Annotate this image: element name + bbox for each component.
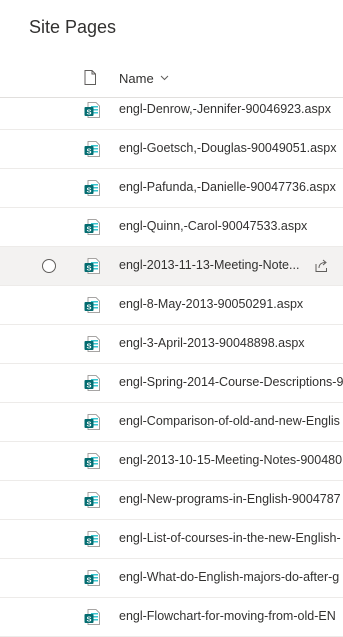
list-item[interactable]: S engl-Pafunda,-Danielle-90047736.aspx [0, 169, 343, 208]
list-item[interactable]: S engl-Goetsch,-Douglas-90049051.aspx [0, 130, 343, 169]
svg-text:S: S [86, 302, 91, 311]
list-item[interactable]: S engl-What-do-English-majors-do-after-g [0, 559, 343, 598]
sharepoint-page-icon: S [84, 297, 100, 313]
list-item[interactable]: S engl-Comparison-of-old-and-new-Englis [0, 403, 343, 442]
sharepoint-page-icon: S [84, 531, 100, 547]
document-icon [84, 70, 96, 85]
select-radio[interactable] [42, 259, 56, 273]
file-name-link[interactable]: engl-New-programs-in-English-9004787 [119, 492, 341, 506]
list-item[interactable]: S engl-New-programs-in-English-9004787 [0, 481, 343, 520]
page-title: Site Pages [29, 17, 117, 37]
share-icon[interactable] [314, 258, 329, 273]
file-name-link[interactable]: engl-8-May-2013-90050291.aspx [119, 297, 303, 311]
list-item[interactable]: S engl-Spring-2014-Course-Descriptions-9 [0, 364, 343, 403]
svg-text:S: S [86, 341, 91, 350]
list-item[interactable]: S engl-3-April-2013-90048898.aspx [0, 325, 343, 364]
svg-text:S: S [86, 146, 91, 155]
svg-text:S: S [86, 224, 91, 233]
file-name-link[interactable]: engl-Comparison-of-old-and-new-Englis [119, 414, 340, 428]
file-name-link[interactable]: engl-3-April-2013-90048898.aspx [119, 336, 305, 350]
sharepoint-page-icon: S [84, 570, 100, 586]
file-name-link[interactable]: engl-Pafunda,-Danielle-90047736.aspx [119, 180, 336, 194]
file-name-link[interactable]: engl-Denrow,-Jennifer-90046923.aspx [119, 102, 331, 116]
list-item[interactable]: S engl-2013-11-13-Meeting-Note... [0, 247, 343, 286]
sharepoint-page-icon: S [84, 609, 100, 625]
svg-text:S: S [86, 107, 91, 116]
chevron-down-icon[interactable] [160, 73, 169, 82]
sharepoint-page-icon: S [84, 375, 100, 391]
svg-text:S: S [86, 497, 91, 506]
svg-text:S: S [86, 380, 91, 389]
svg-text:S: S [86, 419, 91, 428]
svg-text:S: S [86, 536, 91, 545]
svg-text:S: S [86, 458, 91, 467]
file-name-link[interactable]: engl-List-of-courses-in-the-new-English- [119, 531, 341, 545]
sharepoint-page-icon: S [84, 141, 100, 157]
list-item[interactable]: S engl-2013-10-15-Meeting-Notes-900480 [0, 442, 343, 481]
sharepoint-page-icon: S [84, 258, 100, 274]
sharepoint-page-icon: S [84, 336, 100, 352]
svg-text:S: S [86, 575, 91, 584]
file-list: S engl-Denrow,-Jennifer-90046923.aspx S … [0, 91, 343, 637]
sharepoint-page-icon: S [84, 414, 100, 430]
sharepoint-page-icon: S [84, 102, 100, 118]
file-name-link[interactable]: engl-2013-10-15-Meeting-Notes-900480 [119, 453, 342, 467]
file-name-link[interactable]: engl-Goetsch,-Douglas-90049051.aspx [119, 141, 337, 155]
list-item[interactable]: S engl-Quinn,-Carol-90047533.aspx [0, 208, 343, 247]
file-name-link[interactable]: engl-Spring-2014-Course-Descriptions-9 [119, 375, 343, 389]
svg-text:S: S [86, 614, 91, 623]
svg-text:S: S [86, 185, 91, 194]
svg-text:S: S [86, 263, 91, 272]
file-name-link[interactable]: engl-What-do-English-majors-do-after-g [119, 570, 339, 584]
sharepoint-page-icon: S [84, 219, 100, 235]
list-item[interactable]: S engl-8-May-2013-90050291.aspx [0, 286, 343, 325]
list-item[interactable]: S engl-Flowchart-for-moving-from-old-EN [0, 598, 343, 637]
sharepoint-page-icon: S [84, 492, 100, 508]
file-name-link[interactable]: engl-Flowchart-for-moving-from-old-EN [119, 609, 336, 623]
name-column-header[interactable]: Name [119, 71, 154, 86]
list-item[interactable]: S engl-Denrow,-Jennifer-90046923.aspx [0, 91, 343, 130]
file-name-link[interactable]: engl-2013-11-13-Meeting-Note... [119, 258, 307, 272]
list-item[interactable]: S engl-List-of-courses-in-the-new-Englis… [0, 520, 343, 559]
file-name-link[interactable]: engl-Quinn,-Carol-90047533.aspx [119, 219, 307, 233]
sharepoint-page-icon: S [84, 180, 100, 196]
sharepoint-page-icon: S [84, 453, 100, 469]
